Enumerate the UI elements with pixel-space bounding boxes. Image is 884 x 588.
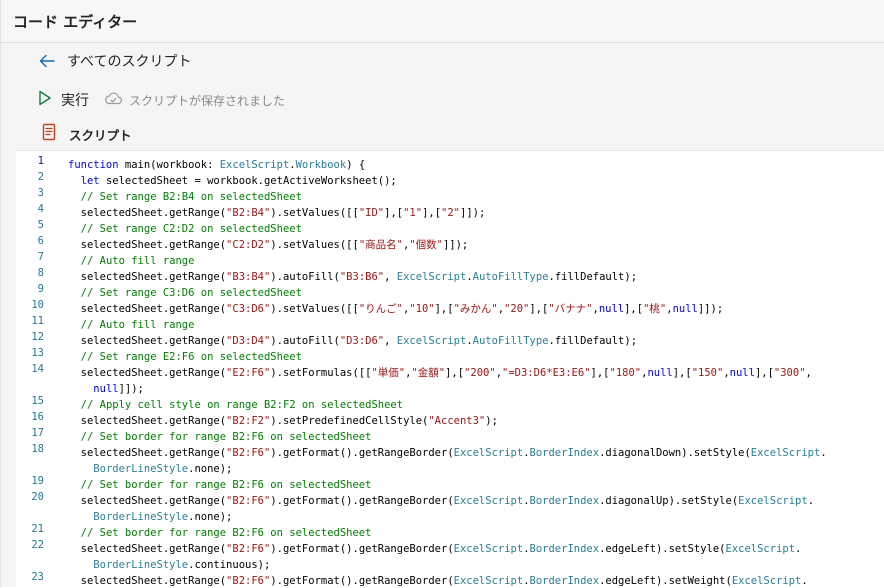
- code-line[interactable]: BorderLineStyle.none);: [68, 457, 883, 475]
- code-line[interactable]: null]]);: [68, 377, 883, 395]
- run-button[interactable]: 実行: [37, 89, 89, 111]
- code-lines[interactable]: 1 function main(workbook: ExcelScript.Wor…: [31, 153, 883, 588]
- line-number: 12: [31, 331, 44, 343]
- line-number: 11: [31, 315, 44, 327]
- code-line[interactable]: 22 selectedSheet.getRange("B2:F6").getFo…: [31, 537, 883, 555]
- code-line[interactable]: BorderLineStyle.continuous);: [68, 553, 883, 571]
- title-bar: コード エディター: [1, 0, 884, 43]
- code-line[interactable]: 23 selectedSheet.getRange("B2:F6").getFo…: [31, 569, 883, 587]
- code-line[interactable]: 1 function main(workbook: ExcelScript.Wor…: [38, 153, 883, 171]
- code-line[interactable]: 17 // Set border for range B2:F6 on sele…: [31, 425, 883, 443]
- code-line[interactable]: 9 // Set range C3:D6 on selectedSheet: [38, 281, 883, 299]
- line-number: 7: [37, 251, 44, 263]
- save-status: スクリプトが保存されました: [103, 90, 285, 110]
- code-line[interactable]: 14 selectedSheet.getRange("E2:F6").setFo…: [31, 361, 883, 379]
- line-number: 4: [37, 203, 44, 215]
- code-line[interactable]: 8 selectedSheet.getRange("B3:B4").autoFi…: [38, 265, 883, 283]
- script-file-icon: [41, 123, 57, 145]
- save-status-text: スクリプトが保存されました: [129, 93, 286, 108]
- run-button-label: 実行: [61, 93, 89, 109]
- line-number: 6: [37, 235, 44, 247]
- script-section-header: スクリプト: [41, 123, 132, 145]
- line-number: 14: [31, 363, 44, 375]
- line-number: 2: [37, 171, 44, 183]
- line-number: 3: [37, 187, 44, 199]
- back-to-all-scripts-link[interactable]: すべてのスクリプト: [37, 50, 191, 72]
- line-number: 8: [37, 267, 44, 279]
- arrow-left-icon: [37, 51, 57, 71]
- line-number: 19: [31, 475, 44, 487]
- code-line[interactable]: 3 // Set range B2:B4 on selectedSheet: [38, 185, 883, 203]
- play-icon: [37, 89, 53, 111]
- code-line[interactable]: BorderLineStyle.none);: [68, 505, 883, 523]
- code-line[interactable]: 19 // Set border for range B2:F6 on sele…: [31, 473, 883, 491]
- cloud-saved-icon: [103, 90, 123, 110]
- code-line[interactable]: 7 // Auto fill range: [38, 249, 883, 267]
- code-line[interactable]: 18 selectedSheet.getRange("B2:F6").getFo…: [31, 441, 883, 459]
- line-number: 5: [37, 219, 44, 231]
- pane-title: コード エディター: [13, 13, 138, 31]
- line-number: 20: [31, 491, 44, 503]
- line-number: 1: [37, 155, 44, 167]
- code-line[interactable]: 6 selectedSheet.getRange("C2:D2").setVal…: [38, 233, 883, 251]
- section-label: スクリプト: [69, 127, 132, 143]
- code-editor[interactable]: 1 function main(workbook: ExcelScript.Wor…: [16, 150, 884, 588]
- line-number: 9: [37, 283, 44, 295]
- back-link-label: すべてのスクリプト: [67, 54, 192, 70]
- code-line[interactable]: 16 selectedSheet.getRange("B2:F2").setPr…: [31, 409, 883, 427]
- line-number: 21: [31, 523, 44, 535]
- line-number: 23: [31, 571, 44, 583]
- code-line[interactable]: 21 // Set border for range B2:F6 on sele…: [31, 521, 883, 539]
- line-number: 16: [31, 411, 44, 423]
- code-line[interactable]: 12 selectedSheet.getRange("D3:D4").autoF…: [31, 329, 883, 347]
- code-line[interactable]: 10 selectedSheet.getRange("C3:D6").setVa…: [31, 297, 883, 315]
- line-number: 22: [31, 539, 44, 551]
- code-line[interactable]: 2 let selectedSheet = workbook.getActive…: [38, 169, 883, 187]
- code-line[interactable]: 4 selectedSheet.getRange("B2:B4").setVal…: [38, 201, 883, 219]
- code-line[interactable]: 15 // Apply cell style on range B2:F2 on…: [31, 393, 883, 411]
- code-line[interactable]: 13 // Set range E2:F6 on selectedSheet: [31, 345, 883, 363]
- line-number: 10: [31, 299, 44, 311]
- code-line[interactable]: 20 selectedSheet.getRange("B2:F6").getFo…: [31, 489, 883, 507]
- line-number: 13: [31, 347, 44, 359]
- line-number: 17: [31, 427, 44, 439]
- line-number: 18: [31, 443, 44, 455]
- code-editor-pane: コード エディター すべてのスクリプト 実行 スクリプトが保存されました スクリ…: [0, 0, 884, 588]
- line-number: 15: [31, 395, 44, 407]
- code-line[interactable]: 11 // Auto fill range: [31, 313, 883, 331]
- code-line[interactable]: 5 // Set range C2:D2 on selectedSheet: [38, 217, 883, 235]
- script-toolbar: 実行 スクリプトが保存されました: [37, 89, 285, 111]
